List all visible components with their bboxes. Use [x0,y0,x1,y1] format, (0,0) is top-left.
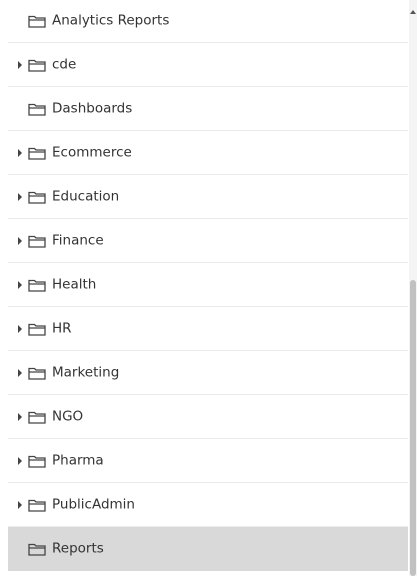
caret-right-icon[interactable] [18,192,22,201]
tree-item-label: NGO [52,408,84,425]
tree-item-pharma[interactable]: Pharma [8,439,408,483]
folder-icon [28,321,46,336]
folder-icon [28,57,46,72]
tree-item-label: Health [52,276,97,293]
tree-item-analytics-reports[interactable]: Analytics Reports [8,0,408,43]
tree-item-label: Pharma [52,452,104,469]
tree-item-label: Ecommerce [52,144,132,161]
folder-icon [28,277,46,292]
caret-right-icon[interactable] [18,368,22,377]
folder-icon [28,453,46,468]
tree-item-ngo[interactable]: NGO [8,395,408,439]
tree-item-publicadmin[interactable]: PublicAdmin [8,483,408,527]
tree-item-cde[interactable]: cde [8,43,408,87]
tree-item-ecommerce[interactable]: Ecommerce [8,131,408,175]
folder-icon [28,541,46,556]
caret-right-icon[interactable] [18,412,22,421]
tree-item-label: Finance [52,232,104,249]
tree-item-label: Dashboards [52,100,133,117]
folder-icon [28,365,46,380]
folder-icon [28,145,46,160]
folder-icon [28,189,46,204]
caret-right-icon[interactable] [18,324,22,333]
folder-tree-panel: Analytics Reports cde Dashboards Ecommer… [0,0,417,576]
tree-item-label: Reports [52,540,104,557]
folder-tree: Analytics Reports cde Dashboards Ecommer… [8,0,408,571]
folder-icon [28,101,46,116]
tree-item-reports[interactable]: Reports [8,527,408,571]
caret-right-icon[interactable] [18,148,22,157]
tree-item-hr[interactable]: HR [8,307,408,351]
caret-right-icon[interactable] [18,236,22,245]
tree-item-education[interactable]: Education [8,175,408,219]
tree-item-label: HR [52,320,72,337]
folder-icon [28,409,46,424]
tree-item-label: PublicAdmin [52,496,135,513]
tree-item-finance[interactable]: Finance [8,219,408,263]
tree-item-label: Marketing [52,364,120,381]
tree-item-label: Education [52,188,120,205]
caret-right-icon[interactable] [18,456,22,465]
tree-item-marketing[interactable]: Marketing [8,351,408,395]
caret-right-icon[interactable] [18,500,22,509]
tree-item-dashboards[interactable]: Dashboards [8,87,408,131]
folder-icon [28,13,46,28]
folder-icon [28,497,46,512]
vertical-scrollbar[interactable] [409,0,417,576]
tree-item-label: cde [52,56,77,73]
tree-item-health[interactable]: Health [8,263,408,307]
scroll-up-arrow-icon[interactable] [410,10,416,14]
caret-right-icon[interactable] [18,280,22,289]
scrollbar-thumb[interactable] [410,280,416,576]
tree-item-label: Analytics Reports [52,12,170,29]
folder-icon [28,233,46,248]
caret-right-icon[interactable] [18,60,22,69]
